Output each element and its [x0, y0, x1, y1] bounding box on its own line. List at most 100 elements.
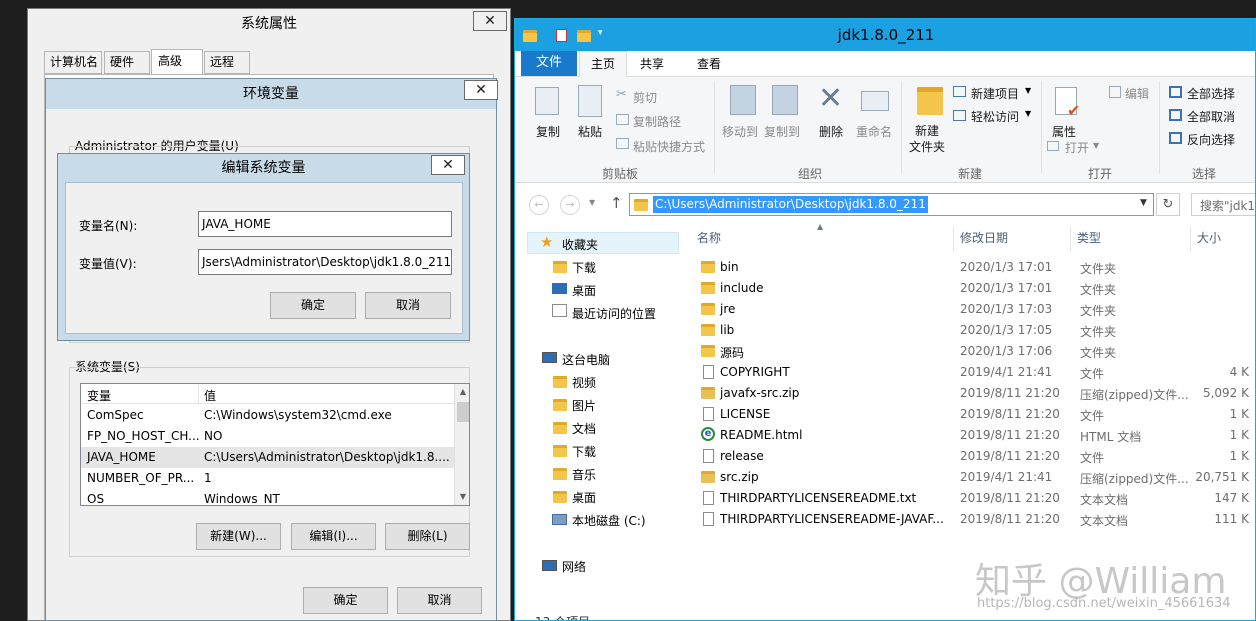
edit-icon[interactable] [1109, 86, 1121, 98]
easy-access-icon[interactable] [953, 110, 966, 121]
cut-icon[interactable]: ✂ [616, 87, 627, 102]
tab-remote[interactable]: 远程 [204, 51, 250, 74]
list-item[interactable]: COPYRIGHT 2019/4/1 21:41 文件 4 K [691, 362, 1255, 383]
var-name-input[interactable]: JAVA_HOME [198, 211, 452, 237]
invert-selection-button[interactable]: 反向选择 [1187, 131, 1235, 148]
col-modified[interactable]: 修改日期 [954, 227, 1071, 251]
up-button[interactable]: ↑ [610, 194, 623, 212]
nav-documents[interactable]: 文档 [572, 420, 596, 437]
nav-music[interactable]: 音乐 [572, 466, 596, 483]
nav-pictures[interactable]: 图片 [572, 397, 596, 414]
cut-button[interactable]: 剪切 [633, 89, 657, 106]
copy-path-button[interactable]: 复制路径 [633, 113, 681, 130]
paste-icon[interactable] [578, 85, 602, 117]
nav-this-pc[interactable]: 这台电脑 [562, 351, 610, 368]
list-item[interactable]: src.zip 2019/4/1 21:41 压缩(zipped)文件... 2… [691, 467, 1255, 488]
nav-recent[interactable]: 最近访问的位置 [572, 305, 656, 322]
list-item[interactable]: javafx-src.zip 2019/8/11 21:20 压缩(zipped… [691, 383, 1255, 404]
move-to-icon[interactable] [730, 85, 756, 115]
tab-advanced[interactable]: 高级 [151, 49, 203, 75]
tab-file[interactable]: 文件 [521, 51, 577, 76]
copy-icon[interactable] [535, 87, 559, 115]
edit-button[interactable]: 编辑 [1125, 85, 1149, 102]
search-box[interactable]: 搜索"jdk1 [1191, 193, 1255, 216]
paste-button[interactable]: 粘贴 [578, 123, 602, 140]
editvar-cancel-button[interactable]: 取消 [365, 292, 451, 319]
tab-computer-name[interactable]: 计算机名 [44, 51, 102, 74]
delete-var-button[interactable]: 删除(L) [385, 523, 470, 550]
var-value-input[interactable]: Jsers\Administrator\Desktop\jdk1.8.0_211 [198, 249, 452, 275]
list-item[interactable]: release 2019/8/11 21:20 文件 1 K [691, 446, 1255, 467]
nav-favorites[interactable]: 收藏夹 [562, 236, 598, 253]
select-all-icon[interactable] [1169, 86, 1182, 98]
new-folder-icon[interactable] [917, 87, 943, 115]
forward-button[interactable]: → [560, 195, 580, 215]
list-item[interactable]: 源码 2020/1/3 17:06 文件夹 [691, 341, 1255, 362]
nav-downloads-pc[interactable]: 下载 [572, 443, 596, 460]
tab-home[interactable]: 主页 [579, 51, 627, 78]
open-icon[interactable] [1047, 141, 1059, 151]
easy-access-button[interactable]: 轻松访问 [971, 108, 1019, 125]
list-item[interactable]: THIRDPARTYLICENSEREADME.txt 2019/8/11 21… [691, 488, 1255, 509]
tab-hardware[interactable]: 硬件 [104, 51, 150, 74]
rename-button[interactable]: 重命名 [856, 123, 892, 140]
editvar-ok-button[interactable]: 确定 [270, 292, 356, 319]
editvar-close-button[interactable]: ✕ [431, 155, 465, 175]
properties-button[interactable]: 属性 [1052, 123, 1076, 140]
list-item[interactable]: e README.html 2019/8/11 21:20 HTML 文档 1 … [691, 425, 1255, 446]
list-item[interactable]: include 2020/1/3 17:01 文件夹 [691, 278, 1255, 299]
delete-icon[interactable]: ✕ [818, 81, 843, 116]
select-all-button[interactable]: 全部选择 [1187, 85, 1235, 102]
table-row-selected[interactable]: JAVA_HOME C:\Users\Administrator\Desktop… [81, 447, 454, 468]
recent-locations-dropdown-icon[interactable]: ▼ [589, 198, 595, 207]
scroll-down-icon[interactable]: ▼ [455, 489, 469, 505]
new-folder-label-2[interactable]: 文件夹 [909, 138, 945, 155]
copy-path-icon[interactable] [616, 114, 629, 125]
table-row[interactable]: OS Windows_NT [81, 489, 454, 505]
rename-icon[interactable] [861, 91, 889, 111]
new-item-dropdown-icon[interactable]: ▼ [1025, 86, 1031, 95]
new-item-button[interactable]: 新建项目 [971, 85, 1019, 102]
list-item[interactable]: THIRDPARTYLICENSEREADME-JAVAF... 2019/8/… [691, 509, 1255, 530]
open-dropdown-icon[interactable]: ▼ [1093, 141, 1099, 150]
select-none-icon[interactable] [1169, 109, 1182, 121]
nav-downloads[interactable]: 下载 [572, 259, 596, 276]
scroll-up-icon[interactable]: ▲ [455, 384, 469, 400]
address-dropdown-icon[interactable]: ▼ [1140, 198, 1147, 208]
paste-shortcut-button[interactable]: 粘贴快捷方式 [633, 138, 705, 155]
table-row[interactable]: ComSpec C:\Windows\system32\cmd.exe [81, 405, 454, 426]
move-to-button[interactable]: 移动到 [722, 123, 758, 140]
invert-selection-icon[interactable] [1169, 132, 1182, 144]
address-text[interactable]: C:\Users\Administrator\Desktop\jdk1.8.0_… [653, 196, 928, 213]
paste-shortcut-icon[interactable] [616, 138, 629, 149]
col-value[interactable]: 值 [204, 387, 216, 404]
easy-access-dropdown-icon[interactable]: ▼ [1025, 109, 1031, 118]
col-name[interactable]: 名称 [691, 227, 954, 251]
envvars-close-button[interactable]: ✕ [464, 80, 498, 100]
scroll-thumb[interactable] [457, 402, 469, 422]
delete-button[interactable]: 删除 [819, 123, 843, 140]
col-type[interactable]: 类型 [1071, 227, 1191, 251]
col-size[interactable]: 大小 [1191, 227, 1255, 251]
refresh-button[interactable]: ↻ [1156, 193, 1180, 216]
nav-desktop[interactable]: 桌面 [572, 282, 596, 299]
new-folder-label-1[interactable]: 新建 [915, 122, 939, 139]
list-item[interactable]: LICENSE 2019/8/11 21:20 文件 1 K [691, 404, 1255, 425]
list-item[interactable]: bin 2020/1/3 17:01 文件夹 [691, 257, 1255, 278]
list-item[interactable]: jre 2020/1/3 17:03 文件夹 [691, 299, 1255, 320]
envvars-ok-button[interactable]: 确定 [303, 587, 388, 614]
col-variable[interactable]: 变量 [87, 387, 111, 404]
open-button[interactable]: 打开 [1065, 139, 1089, 156]
table-row[interactable]: NUMBER_OF_PR... 1 [81, 468, 454, 489]
nav-network[interactable]: 网络 [562, 558, 586, 575]
table-row[interactable]: FP_NO_HOST_CH... NO [81, 426, 454, 447]
nav-local-disk[interactable]: 本地磁盘 (C:) [572, 512, 646, 529]
nav-desktop-pc[interactable]: 桌面 [572, 489, 596, 506]
copy-to-icon[interactable] [772, 85, 798, 115]
tab-view[interactable]: 查看 [697, 55, 721, 72]
copy-button[interactable]: 复制 [536, 123, 560, 140]
select-none-button[interactable]: 全部取消 [1187, 108, 1235, 125]
new-item-icon[interactable] [953, 86, 966, 97]
vertical-scrollbar[interactable]: ▲ ▼ [454, 384, 469, 505]
back-button[interactable]: ← [529, 195, 549, 215]
